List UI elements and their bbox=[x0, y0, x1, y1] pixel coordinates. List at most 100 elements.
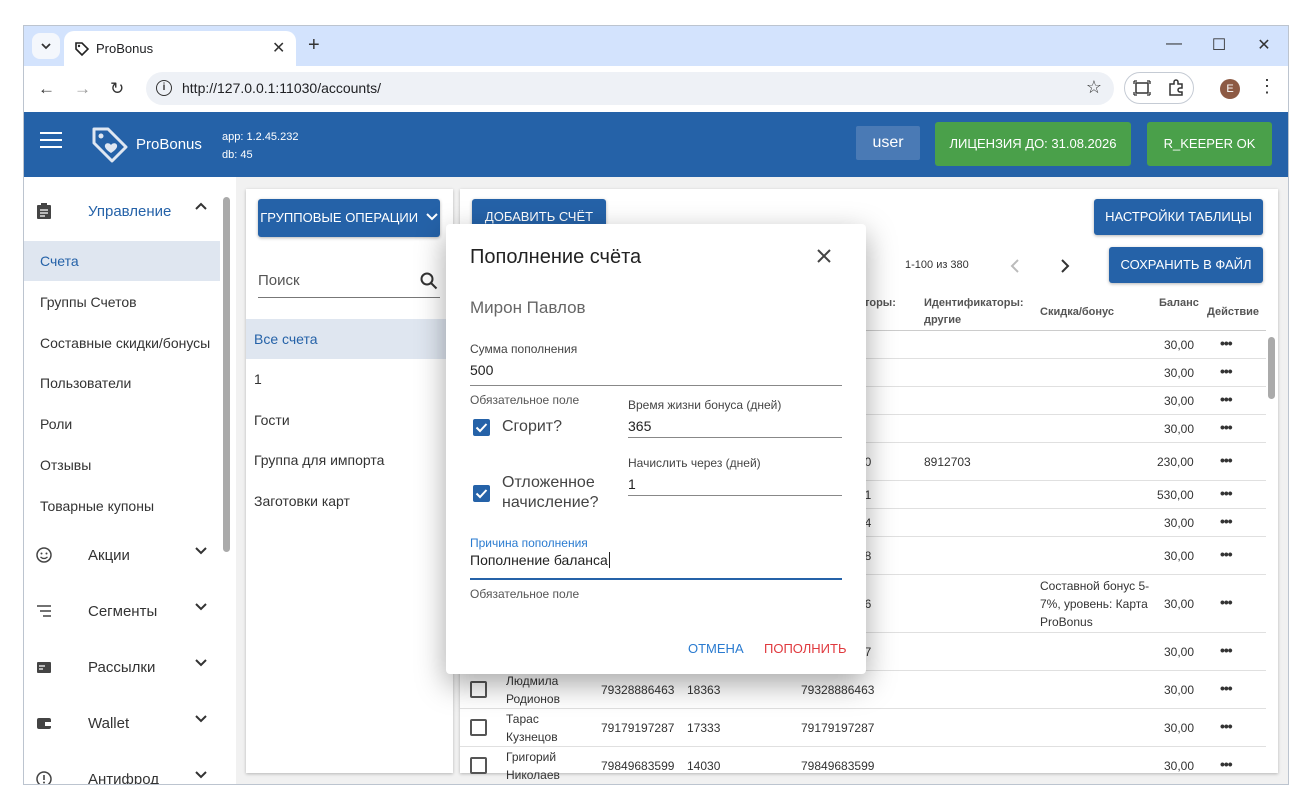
group-item[interactable]: Группа для импорта bbox=[246, 440, 453, 480]
row-actions-icon[interactable]: ••• bbox=[1220, 419, 1233, 435]
table-scrollbar[interactable] bbox=[1266, 297, 1278, 773]
bookmark-star-icon[interactable]: ☆ bbox=[1086, 77, 1102, 98]
header-action[interactable]: Действие bbox=[1207, 304, 1259, 321]
sidebar-section-label: Рассылки bbox=[88, 659, 156, 676]
row-actions-icon[interactable]: ••• bbox=[1220, 756, 1233, 772]
sidebar-item-account-groups[interactable]: Группы Счетов bbox=[24, 282, 220, 322]
table-row[interactable]: Тарас Кузнецов 79179197287 17333 7917919… bbox=[460, 709, 1266, 747]
row-checkbox[interactable] bbox=[470, 681, 487, 698]
url-field[interactable]: i http://127.0.0.1:11030/accounts/ ☆ bbox=[146, 72, 1114, 105]
sidebar-scroll-thumb[interactable] bbox=[223, 197, 230, 552]
clipboard-icon bbox=[37, 203, 51, 219]
row-actions-icon[interactable]: ••• bbox=[1220, 594, 1233, 610]
reason-underline bbox=[470, 578, 842, 580]
license-button[interactable]: ЛИЦЕНЗИЯ ДО: 31.08.2026 bbox=[935, 122, 1131, 166]
row-actions-icon[interactable]: ••• bbox=[1220, 718, 1233, 734]
sidebar-section-promos[interactable]: Акции bbox=[24, 527, 220, 583]
sidebar-item-reviews[interactable]: Отзывы bbox=[24, 445, 220, 485]
ident-cell: 79328886463 bbox=[801, 683, 875, 697]
sidebar-section-segments[interactable]: Сегменты bbox=[24, 583, 220, 639]
balance-cell: 30,00 bbox=[1164, 366, 1195, 380]
next-page-icon[interactable] bbox=[1060, 259, 1070, 273]
sidebar-section-antifraud[interactable]: Антифрод bbox=[24, 751, 220, 784]
row-actions-icon[interactable]: ••• bbox=[1220, 452, 1233, 468]
prev-page-icon[interactable] bbox=[1010, 259, 1020, 273]
table-row[interactable]: Людмила Родионов 79328886463 18363 79328… bbox=[460, 671, 1266, 709]
header-balance[interactable]: Баланс bbox=[1159, 295, 1199, 312]
deferred-checkbox[interactable] bbox=[473, 485, 490, 502]
group-item[interactable]: 1 bbox=[246, 359, 453, 399]
group-search-input[interactable]: Поиск bbox=[258, 266, 440, 298]
table-scroll-thumb[interactable] bbox=[1268, 337, 1275, 399]
screen-capture-icon[interactable] bbox=[1133, 80, 1151, 96]
group-item[interactable]: Гости bbox=[246, 400, 453, 440]
row-actions-icon[interactable]: ••• bbox=[1220, 546, 1233, 562]
minimize-icon[interactable]: — bbox=[1159, 35, 1189, 53]
row-actions-icon[interactable]: ••• bbox=[1220, 485, 1233, 501]
sidebar-item-roles[interactable]: Роли bbox=[24, 404, 220, 444]
reason-label: Причина пополнения bbox=[470, 536, 588, 550]
close-icon[interactable] bbox=[814, 246, 834, 266]
group-item[interactable]: Заготовки карт bbox=[246, 481, 453, 521]
discount-cell: Составной бонус 5-7%, уровень: Карта Pro… bbox=[1040, 579, 1150, 629]
back-icon[interactable]: ← bbox=[38, 79, 55, 99]
profile-avatar[interactable]: E bbox=[1220, 79, 1240, 99]
search-icon[interactable] bbox=[420, 272, 438, 290]
sidebar-item-users[interactable]: Пользователи bbox=[24, 363, 220, 403]
rkeeper-status-button[interactable]: R_KEEPER OK bbox=[1147, 122, 1272, 166]
reason-input[interactable]: Пополнение баланса bbox=[470, 552, 610, 568]
sidebar-section-manage[interactable]: Управление bbox=[24, 183, 220, 239]
header-ids-other[interactable]: Идентификаторы: другие bbox=[924, 295, 1024, 329]
close-tab-icon[interactable]: ✕ bbox=[272, 38, 285, 58]
sidebar-section-label: Wallet bbox=[88, 715, 130, 732]
burn-checkbox[interactable] bbox=[473, 419, 490, 436]
sidebar-section-label: Сегменты bbox=[88, 603, 158, 620]
name-first: Григорий bbox=[506, 750, 557, 764]
sidebar-item-accounts[interactable]: Счета bbox=[24, 241, 220, 281]
group-item-all[interactable]: Все счета bbox=[246, 319, 453, 359]
chevron-down-icon bbox=[426, 213, 438, 221]
row-actions-icon[interactable]: ••• bbox=[1220, 642, 1233, 658]
customer-name: Мирон Павлов bbox=[470, 298, 586, 317]
balance-cell: 530,00 bbox=[1157, 488, 1194, 502]
table-row[interactable]: Григорий Николаев 79849683599 14030 7984… bbox=[460, 747, 1266, 784]
cancel-button[interactable]: ОТМЕНА bbox=[688, 641, 744, 656]
header-discount[interactable]: Скидка/бонус bbox=[1040, 304, 1114, 321]
extension-puzzle-icon[interactable] bbox=[1167, 79, 1185, 97]
row-actions-icon[interactable]: ••• bbox=[1220, 335, 1233, 351]
row-checkbox[interactable] bbox=[470, 719, 487, 736]
chevron-down-icon bbox=[195, 715, 207, 723]
tab-search-button[interactable] bbox=[32, 33, 60, 59]
smiley-icon bbox=[36, 547, 52, 563]
save-to-file-button[interactable]: СОХРАНИТЬ В ФАЙЛ bbox=[1109, 247, 1263, 283]
sidebar-item-coupons[interactable]: Товарные купоны bbox=[24, 486, 220, 526]
group-operations-button[interactable]: ГРУППОВЫЕ ОПЕРАЦИИ bbox=[258, 199, 440, 237]
table-settings-button[interactable]: НАСТРОЙКИ ТАБЛИЦЫ bbox=[1094, 199, 1263, 235]
row-actions-icon[interactable]: ••• bbox=[1220, 680, 1233, 696]
row-actions-icon[interactable]: ••• bbox=[1220, 363, 1233, 379]
name-last: Родионов bbox=[506, 692, 560, 706]
maximize-icon[interactable]: ☐ bbox=[1204, 35, 1234, 55]
sidebar-section-wallet[interactable]: Wallet bbox=[24, 695, 220, 751]
hamburger-menu-icon[interactable] bbox=[40, 132, 62, 148]
browser-tab[interactable]: ProBonus ✕ bbox=[64, 31, 296, 66]
sidebar-section-mailings[interactable]: Рассылки bbox=[24, 639, 220, 695]
submit-top-up-button[interactable]: ПОПОЛНИТЬ bbox=[764, 641, 847, 656]
row-actions-icon[interactable]: ••• bbox=[1220, 513, 1233, 529]
header-ids-other-line1: Идентификаторы: bbox=[924, 297, 1024, 309]
reload-icon[interactable]: ↻ bbox=[110, 79, 124, 99]
row-checkbox[interactable] bbox=[470, 757, 487, 774]
sidebar-scrollbar[interactable] bbox=[221, 177, 233, 784]
row-actions-icon[interactable]: ••• bbox=[1220, 391, 1233, 407]
new-tab-icon[interactable]: + bbox=[308, 34, 320, 57]
site-info-icon[interactable]: i bbox=[156, 80, 172, 96]
browser-menu-icon[interactable]: ⋮ bbox=[1258, 76, 1276, 97]
accrue-after-input[interactable]: 1 bbox=[628, 476, 636, 492]
forward-icon[interactable]: → bbox=[74, 79, 91, 99]
amount-input[interactable]: 500 bbox=[470, 362, 493, 378]
sidebar-item-composite-discounts[interactable]: Составные скидки/бонусы bbox=[24, 323, 220, 363]
close-window-icon[interactable]: ✕ bbox=[1249, 35, 1279, 55]
accrue-after-label: Начислить через (дней) bbox=[628, 456, 761, 470]
lifetime-input[interactable]: 365 bbox=[628, 418, 651, 434]
user-button[interactable]: user bbox=[856, 126, 920, 160]
